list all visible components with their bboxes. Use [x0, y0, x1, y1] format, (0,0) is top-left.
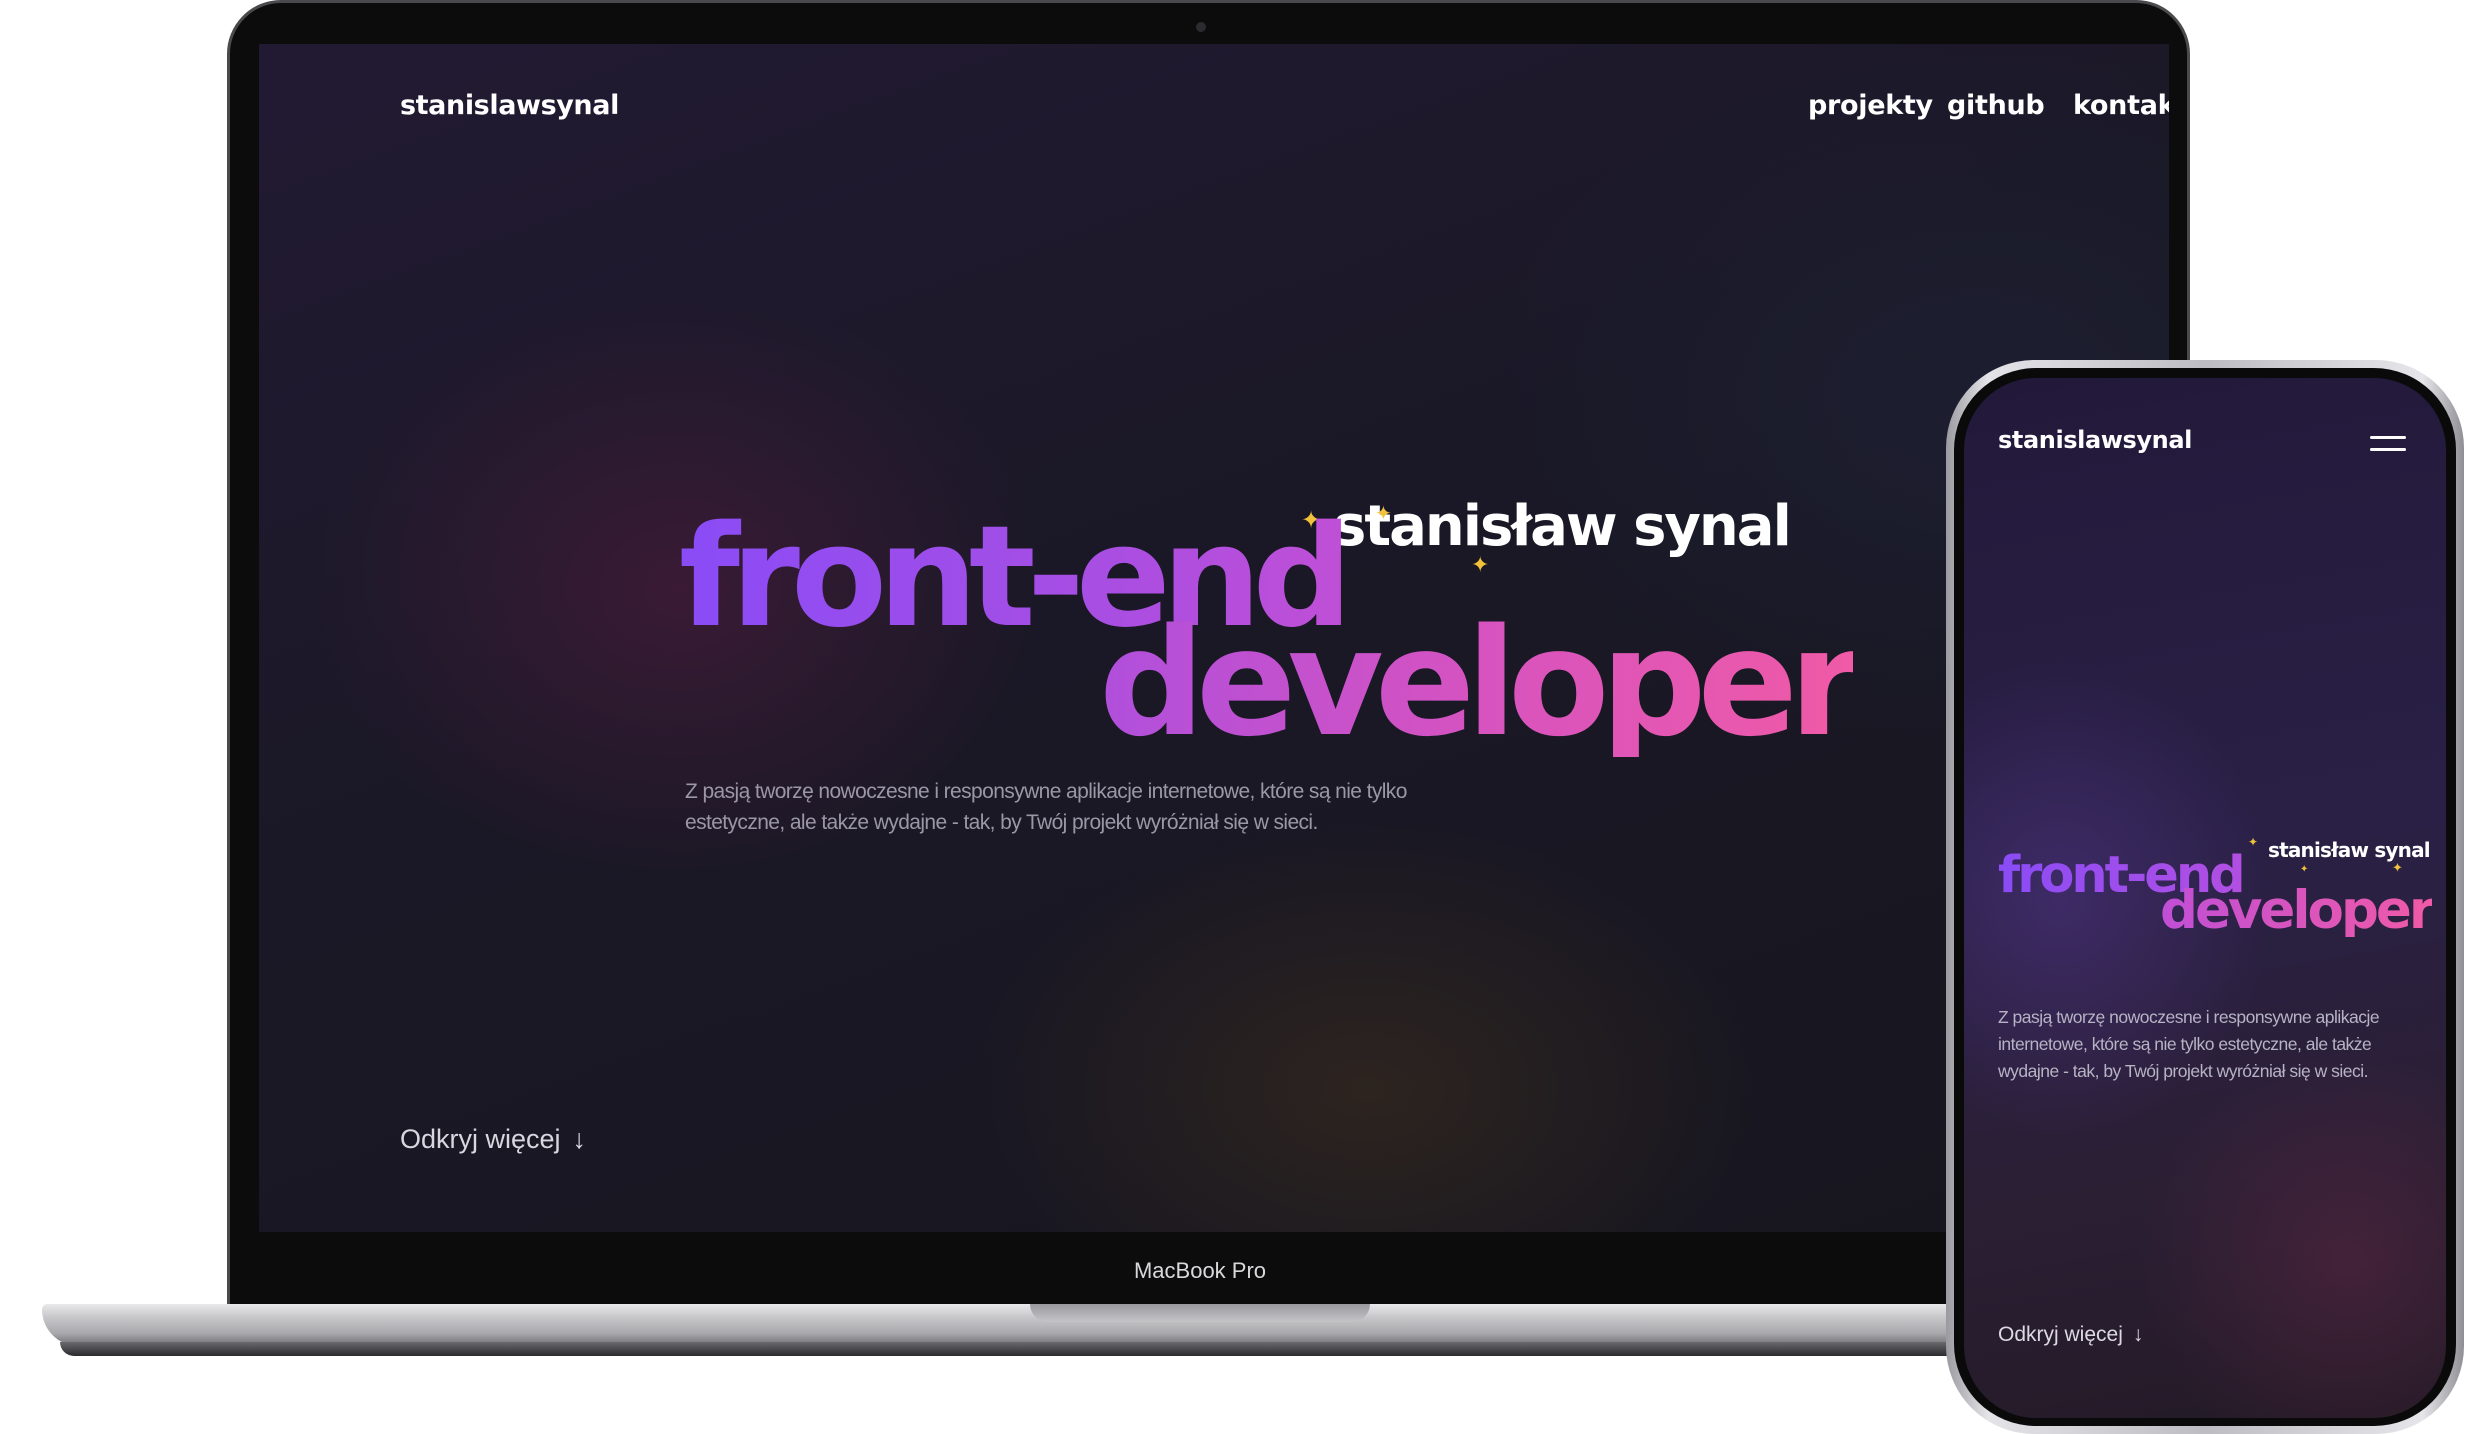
hero-title-developer: developer — [1099, 597, 1862, 769]
hero-description: Z pasją tworzę nowoczesne i responsywne … — [685, 780, 1407, 834]
nav-kontakt[interactable]: kontakt — [2073, 90, 2169, 121]
discover-more-label: Odkryj więcej — [400, 1124, 561, 1154]
nav-github[interactable]: github — [1947, 90, 2045, 121]
star-icon: ✦ — [2392, 861, 2403, 876]
camera-icon — [1196, 22, 1206, 32]
phone-hero-title-developer: developer — [2160, 880, 2435, 941]
arrow-down-icon: ↓ — [572, 1124, 587, 1154]
hamburger-menu-icon[interactable] — [2370, 436, 2406, 456]
arrow-down-icon: ↓ — [2132, 1323, 2144, 1346]
discover-more-link[interactable]: Odkryj więcej ↓ — [400, 1124, 586, 1155]
macbook-label: MacBook Pro — [1133, 1258, 1267, 1283]
phone-discover-more-link[interactable]: Odkryj więcej ↓ — [1998, 1323, 2143, 1347]
phone-hero-description: Z pasją tworzę nowoczesne i responsywne … — [1998, 1007, 2380, 1081]
laptop-foot — [60, 1342, 2040, 1356]
star-icon: ✦ — [2300, 864, 2308, 875]
laptop-screen: stanislawsynal projekty github kontakt s… — [259, 44, 2169, 1232]
phone-site-logo[interactable]: stanislawsynal — [1998, 426, 2192, 454]
star-icon: ✦ — [1375, 501, 1392, 525]
phone-discover-more-label: Odkryj więcej — [1998, 1323, 2123, 1346]
nav-projekty[interactable]: projekty — [1808, 90, 1933, 121]
star-icon: ✦ — [2248, 835, 2258, 849]
phone-screen: stanislawsynal stanisław synal ✦ ✦ ✦ fro… — [1964, 378, 2446, 1418]
laptop-opening-notch — [1030, 1304, 1370, 1322]
star-icon: ✦ — [1471, 553, 1489, 578]
site-logo[interactable]: stanislawsynal — [400, 90, 619, 121]
